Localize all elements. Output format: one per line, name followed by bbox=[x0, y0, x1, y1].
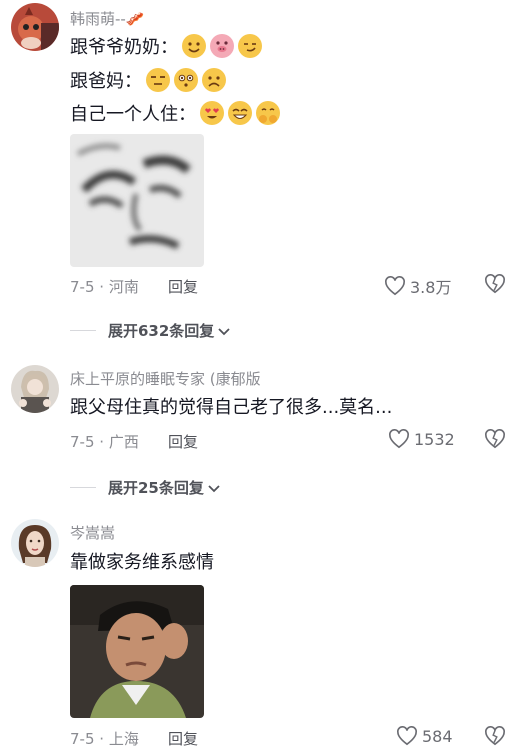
reply-button[interactable]: 回复 bbox=[168, 728, 198, 749]
comment-date: 7-5 bbox=[70, 730, 95, 748]
comment-location: 广西 bbox=[108, 433, 139, 451]
divider-line bbox=[70, 487, 96, 488]
like-count: 3.8万 bbox=[410, 278, 452, 297]
sticker-image[interactable] bbox=[70, 134, 204, 267]
broken-heart-icon bbox=[485, 429, 505, 449]
expand-replies-button[interactable]: 展开632条回复 bbox=[70, 320, 232, 341]
expand-replies-label: 展开25条回复 bbox=[108, 479, 204, 497]
like-count: 584 bbox=[422, 726, 453, 746]
heart-icon bbox=[389, 429, 409, 449]
dislike-button[interactable] bbox=[484, 429, 506, 453]
comment-text: 跟爷爷奶奶： bbox=[70, 37, 178, 58]
like-button[interactable]: 1532 bbox=[388, 429, 455, 449]
comment-date: 7-5 bbox=[70, 433, 95, 451]
dislike-button[interactable] bbox=[484, 274, 506, 298]
chevron-down-icon bbox=[218, 327, 230, 335]
sticker-image[interactable] bbox=[70, 585, 204, 718]
hug-emoji bbox=[256, 101, 280, 125]
comment-line: 跟爸妈： bbox=[70, 68, 226, 94]
heart-icon bbox=[397, 726, 417, 746]
avatar[interactable] bbox=[11, 519, 59, 567]
like-button[interactable]: 3.8万 bbox=[384, 274, 451, 298]
comment-meta: 7-5 · 河南 bbox=[70, 278, 139, 296]
expand-replies-label: 展开632条回复 bbox=[108, 322, 215, 340]
comment-meta: 7-5 · 上海 bbox=[70, 730, 139, 748]
smirk-emoji bbox=[238, 34, 262, 58]
heart-eyes-emoji bbox=[200, 101, 224, 125]
username[interactable]: 韩雨萌--🥓 bbox=[70, 8, 145, 29]
dislike-button[interactable] bbox=[484, 726, 506, 750]
broken-heart-icon bbox=[485, 726, 505, 746]
reply-button[interactable]: 回复 bbox=[168, 276, 198, 297]
comment-text: 靠做家务维系感情 bbox=[70, 552, 214, 573]
reply-button[interactable]: 回复 bbox=[168, 431, 198, 452]
comment-item: 岑嵩嵩 靠做家务维系感情 7-5 · 上海 回复 584 bbox=[0, 515, 522, 753]
comment-location: 河南 bbox=[108, 278, 139, 296]
comment-item: 韩雨萌--🥓 跟爷爷奶奶： 跟爸妈： 自己一个人住： 7-5 · 河南 回复 3… bbox=[0, 0, 522, 340]
heart-icon bbox=[385, 276, 405, 296]
divider-line bbox=[70, 330, 96, 331]
comment-line: 自己一个人住： bbox=[70, 101, 280, 127]
chevron-down-icon bbox=[208, 484, 220, 492]
username[interactable]: 床上平原的睡眠专家 (康郁版 bbox=[70, 368, 261, 389]
comment-line: 跟爷爷奶奶： bbox=[70, 34, 262, 60]
broken-heart-icon bbox=[485, 274, 505, 294]
username[interactable]: 岑嵩嵩 bbox=[70, 522, 115, 543]
avatar[interactable] bbox=[11, 3, 59, 51]
pig-emoji bbox=[210, 34, 234, 58]
frown-emoji bbox=[202, 68, 226, 92]
grin-emoji bbox=[228, 101, 252, 125]
comment-text: 跟爸妈： bbox=[70, 71, 142, 92]
expand-replies-button[interactable]: 展开25条回复 bbox=[70, 477, 222, 498]
like-count: 1532 bbox=[414, 429, 455, 449]
comment-date: 7-5 bbox=[70, 278, 95, 296]
comment-text: 跟父母住真的觉得自己老了很多...莫名... bbox=[70, 397, 393, 418]
like-button[interactable]: 584 bbox=[396, 726, 453, 746]
comment-text: 自己一个人住： bbox=[70, 104, 196, 125]
avatar[interactable] bbox=[11, 365, 59, 413]
flushed-emoji bbox=[174, 68, 198, 92]
comment-location: 上海 bbox=[108, 730, 139, 748]
comment-item: 床上平原的睡眠专家 (康郁版 跟父母住真的觉得自己老了很多...莫名... 7-… bbox=[0, 360, 522, 500]
comment-meta: 7-5 · 广西 bbox=[70, 433, 139, 451]
smile-emoji bbox=[182, 34, 206, 58]
unamused-emoji bbox=[146, 68, 170, 92]
